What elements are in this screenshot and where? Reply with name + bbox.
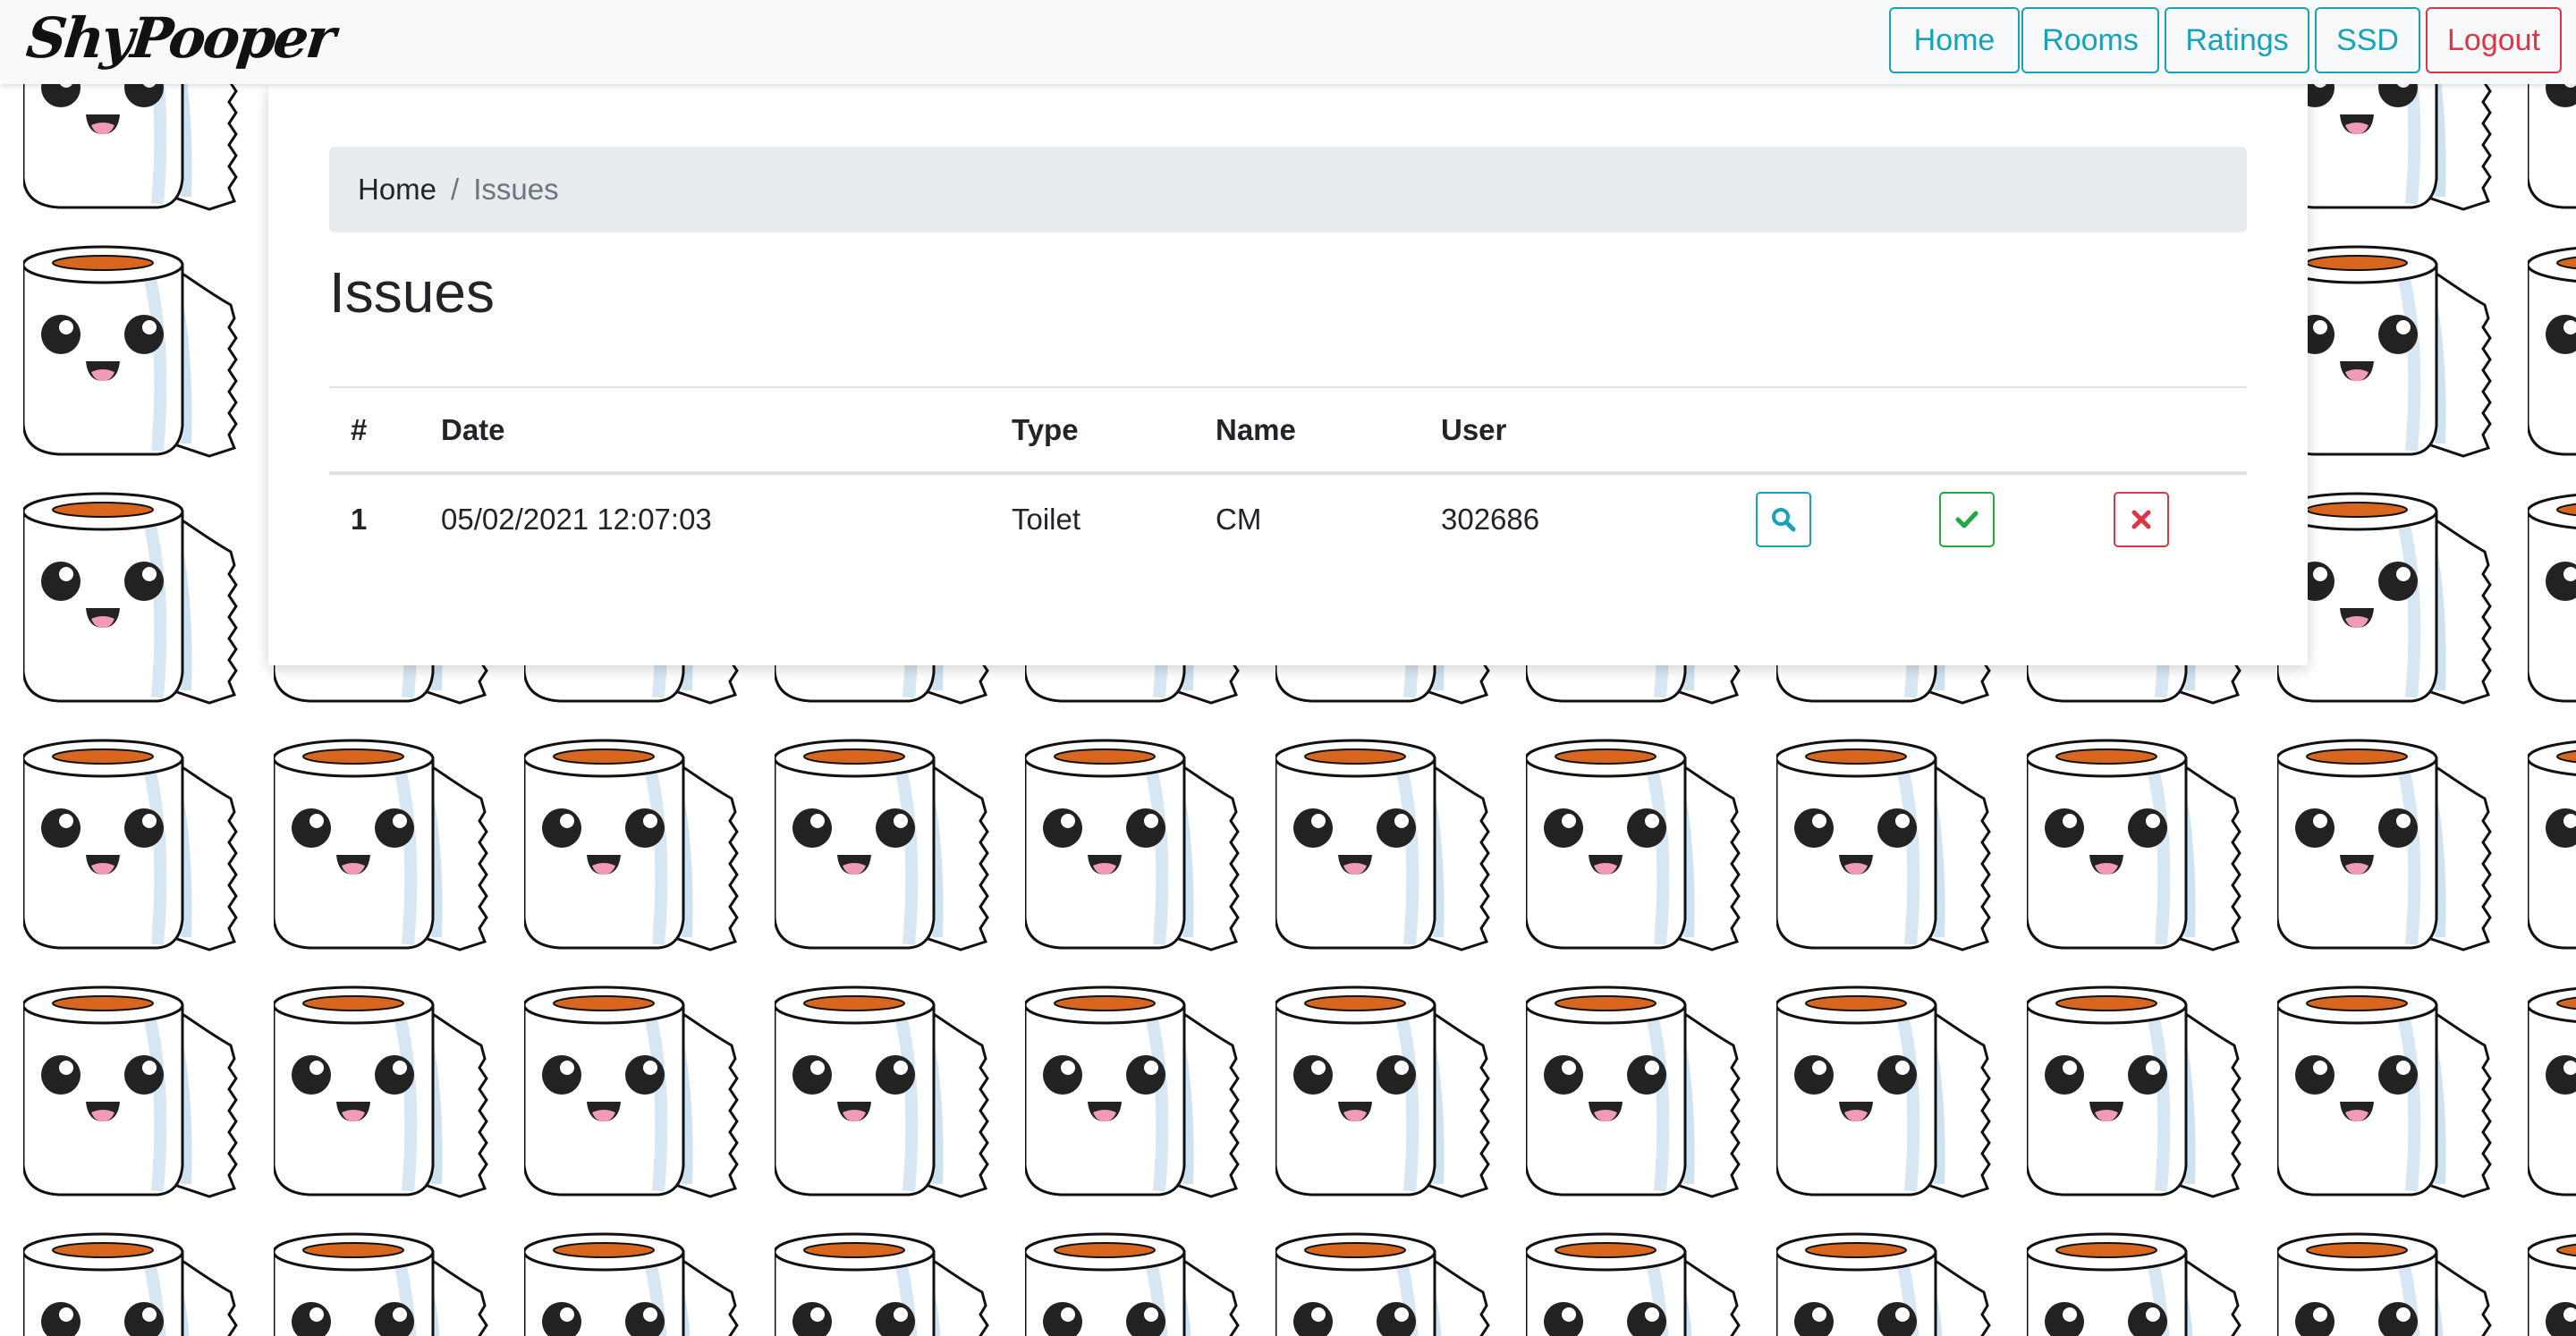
table-header-row: # Date Type Name User	[329, 386, 2247, 475]
issues-table: # Date Type Name User 1 05/02/2021 12:07…	[329, 386, 2247, 564]
brand-logo[interactable]: ShyPooper	[23, 5, 336, 71]
column-header-date: Date	[419, 386, 990, 475]
column-header-name: Name	[1194, 386, 1419, 475]
breadcrumb: Home / Issues	[329, 147, 2247, 233]
column-header-type: Type	[990, 386, 1194, 475]
delete-issue-button[interactable]	[2114, 492, 2169, 547]
top-navbar: ShyPooper Home Rooms Ratings SSD Logout	[0, 0, 2576, 84]
page-title: Issues	[329, 260, 495, 325]
nav-ratings-button[interactable]: Ratings	[2165, 7, 2309, 73]
breadcrumb-separator: /	[451, 173, 460, 206]
approve-issue-button[interactable]	[1939, 492, 1995, 547]
cell-type: Toilet	[1012, 503, 1081, 536]
cell-approve-action	[1918, 473, 2092, 564]
cell-name: CM	[1216, 503, 1262, 536]
column-header-view	[1734, 386, 1918, 475]
breadcrumb-current: Issues	[473, 173, 559, 206]
column-header-number: #	[329, 386, 419, 475]
cell-user: 302686	[1441, 503, 1540, 536]
table-row: 1 05/02/2021 12:07:03 Toilet CM 302686	[329, 473, 2247, 564]
search-icon	[1772, 508, 1796, 532]
check-icon	[1955, 511, 1979, 528]
column-header-delete	[2092, 386, 2247, 475]
column-header-approve	[1918, 386, 2092, 475]
issues-card: Home / Issues Issues # Date Type Name Us…	[268, 84, 2308, 665]
nav-logout-button[interactable]: Logout	[2426, 7, 2562, 73]
close-icon	[2131, 510, 2151, 529]
nav-home-button[interactable]: Home	[1889, 7, 2020, 73]
cell-view-action	[1734, 473, 1918, 564]
column-header-user: User	[1419, 386, 1734, 475]
cell-number: 1	[351, 503, 368, 536]
cell-delete-action	[2092, 473, 2247, 564]
nav-ssd-button[interactable]: SSD	[2315, 7, 2420, 73]
nav-rooms-button[interactable]: Rooms	[2021, 7, 2159, 73]
view-issue-button[interactable]	[1756, 492, 1811, 547]
breadcrumb-home-link[interactable]: Home	[358, 173, 436, 207]
cell-date: 05/02/2021 12:07:03	[441, 503, 712, 536]
